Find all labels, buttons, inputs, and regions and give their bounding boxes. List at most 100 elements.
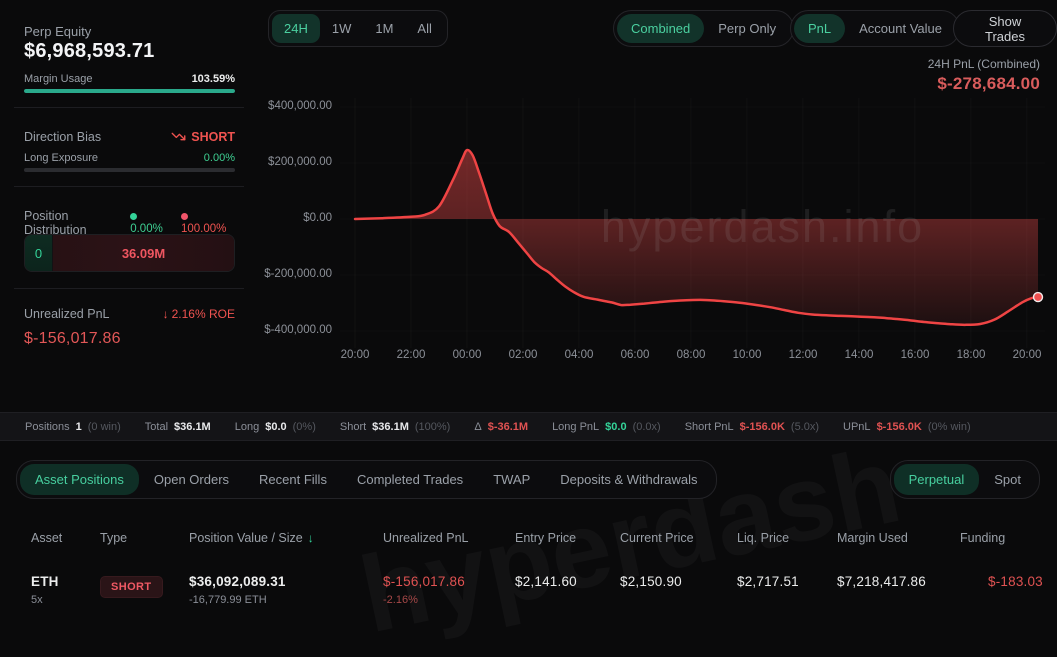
direction-bias-value-wrap: SHORT (171, 129, 235, 144)
chart-endpoint-dot (1034, 293, 1043, 302)
tab-recent-fills[interactable]: Recent Fills (244, 464, 342, 495)
y-axis-label: $200,000.00 (268, 156, 332, 168)
stat-delta: Δ$-36.1M (474, 421, 528, 433)
toggle-perp-only[interactable]: Perp Only (704, 14, 790, 43)
unrealized-pnl-value: $-156,017.86 (24, 330, 121, 348)
tab-completed-trades[interactable]: Completed Trades (342, 464, 478, 495)
perp-equity-label: Perp Equity (24, 24, 91, 39)
chart-title: 24H PnL (Combined) (800, 57, 1040, 71)
long-exposure-bar (24, 168, 235, 172)
col-position-value[interactable]: Position Value / Size↓ (189, 531, 383, 545)
stat-long-pnl: Long PnL$0.0(0.0x) (552, 421, 661, 433)
y-axis-label: $-200,000.00 (264, 268, 332, 280)
positions-table-header: Asset Type Position Value / Size↓ Unreal… (0, 531, 1057, 545)
stat-short: Short$36.1M(100%) (340, 421, 450, 433)
long-exposure-label: Long Exposure (24, 152, 98, 164)
distribution-short-cell: 36.09M (53, 235, 234, 271)
direction-bias-row: Direction Bias SHORT (24, 129, 235, 144)
margin-usage-row: Margin Usage 103.59% (24, 73, 235, 85)
long-pct: 0.00% (130, 211, 172, 235)
margin-usage-bar (24, 89, 235, 93)
unrealized-pnl-row: Unrealized PnL ↓2.16% ROE (24, 307, 235, 321)
x-axis-label: 14:00 (841, 349, 877, 361)
col-liq-price[interactable]: Liq. Price (737, 531, 837, 545)
chart-current-value: $-278,684.00 (800, 74, 1040, 94)
x-axis-label: 20:00 (1009, 349, 1045, 361)
short-badge: SHORT (100, 576, 163, 598)
position-distribution-label: Position Distribution (24, 209, 130, 237)
stat-total: Total$36.1M (145, 421, 211, 433)
col-margin-used[interactable]: Margin Used (837, 531, 960, 545)
roe-value: ↓2.16% ROE (163, 307, 235, 321)
x-axis-label: 00:00 (449, 349, 485, 361)
cell-margin-used: $7,218,417.86 (837, 574, 960, 606)
tab-open-orders[interactable]: Open Orders (139, 464, 244, 495)
unrealized-pnl-label: Unrealized PnL (24, 307, 109, 321)
x-axis-label: 16:00 (897, 349, 933, 361)
direction-bias-value: SHORT (191, 130, 235, 144)
x-axis-label: 10:00 (729, 349, 765, 361)
toggle-pnl[interactable]: PnL (794, 14, 845, 43)
cell-type: SHORT (100, 574, 189, 606)
toggle-spot[interactable]: Spot (979, 464, 1036, 495)
combine-toggle-group: Combined Perp Only (613, 10, 794, 47)
long-dot-icon (130, 213, 137, 220)
x-axis-label: 12:00 (785, 349, 821, 361)
section-tabs: Asset Positions Open Orders Recent Fills… (16, 460, 717, 499)
asset-leverage: 5x (31, 594, 100, 606)
show-trades-button[interactable]: Show Trades (953, 10, 1057, 47)
toggle-combined[interactable]: Combined (617, 14, 704, 43)
cell-current-price: $2,150.90 (620, 574, 737, 606)
divider (14, 186, 244, 187)
long-exposure-row: Long Exposure 0.00% (24, 152, 235, 164)
y-axis-label: $0.00 (303, 212, 332, 224)
x-axis-label: 20:00 (337, 349, 373, 361)
sort-desc-icon: ↓ (308, 531, 314, 545)
col-unrealized-pnl[interactable]: Unrealized PnL (383, 531, 515, 545)
x-axis-label: 06:00 (617, 349, 653, 361)
stat-short-pnl: Short PnL$-156.0K(5.0x) (685, 421, 819, 433)
col-current-price[interactable]: Current Price (620, 531, 737, 545)
toggle-perpetual[interactable]: Perpetual (894, 464, 980, 495)
trend-down-icon (171, 129, 186, 144)
cell-liq-price: $2,717.51 (737, 574, 837, 606)
positions-stats-bar: Positions1(0 win) Total$36.1M Long$0.0(0… (0, 412, 1057, 441)
direction-bias-label: Direction Bias (24, 130, 101, 144)
stat-long: Long$0.0(0%) (235, 421, 316, 433)
chart-watermark: hyperdash.info (475, 201, 1050, 253)
tab-twap[interactable]: TWAP (478, 464, 545, 495)
short-pct: 100.00% (181, 211, 235, 235)
x-axis-label: 08:00 (673, 349, 709, 361)
col-type[interactable]: Type (100, 531, 189, 545)
market-toggle-group: Perpetual Spot (890, 460, 1040, 499)
toggle-account-value[interactable]: Account Value (845, 14, 956, 43)
stat-upnl: UPnL$-156.0K(0% win) (843, 421, 971, 433)
tab-deposits-withdrawals[interactable]: Deposits & Withdrawals (545, 464, 712, 495)
col-entry-price[interactable]: Entry Price (515, 531, 620, 545)
divider (14, 288, 244, 289)
cell-funding: $-183.03 (960, 574, 1055, 606)
long-exposure-value: 0.00% (204, 152, 235, 164)
cell-asset: ETH 5x (31, 574, 100, 606)
margin-usage-bar-fill (24, 89, 235, 93)
distribution-long-cell: 0 (25, 235, 53, 271)
cell-entry-price: $2,141.60 (515, 574, 620, 606)
asset-symbol: ETH (31, 574, 100, 589)
table-row[interactable]: ETH 5x SHORT $36,092,089.31 -16,779.99 E… (0, 574, 1057, 606)
y-axis-label: $400,000.00 (268, 100, 332, 112)
col-funding[interactable]: Funding (960, 531, 1055, 545)
tab-asset-positions[interactable]: Asset Positions (20, 464, 139, 495)
metric-toggle-group: PnL Account Value (790, 10, 960, 47)
divider (14, 107, 244, 108)
col-asset[interactable]: Asset (31, 531, 100, 545)
x-axis-label: 22:00 (393, 349, 429, 361)
arrow-down-icon: ↓ (163, 307, 169, 321)
margin-usage-label: Margin Usage (24, 73, 92, 85)
x-axis-label: 18:00 (953, 349, 989, 361)
cell-position-value: $36,092,089.31 -16,779.99 ETH (189, 574, 383, 606)
time-range-all[interactable]: All (405, 14, 443, 43)
stat-positions: Positions1(0 win) (25, 421, 121, 433)
y-axis-label: $-400,000.00 (264, 324, 332, 336)
time-range-1m[interactable]: 1M (363, 14, 405, 43)
chart-y-axis: $400,000.00 $200,000.00 $0.00 $-200,000.00 $… (250, 0, 332, 360)
